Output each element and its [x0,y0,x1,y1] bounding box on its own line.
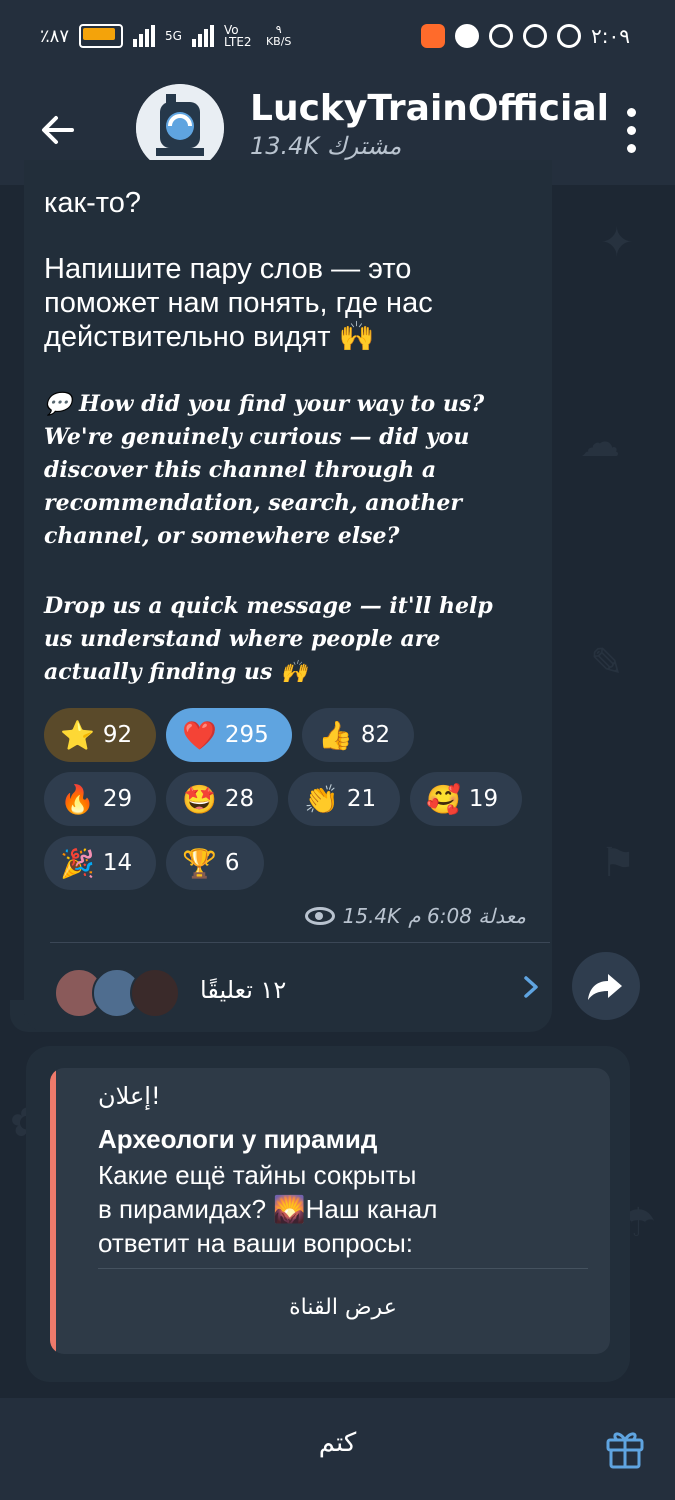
trophy-icon: 🏆 [182,846,217,880]
smiling-hearts-icon: 🥰 [426,782,461,816]
reaction-thumbs-up[interactable]: 👍 82 [302,708,414,762]
sync-icon-2 [523,24,548,48]
back-arrow-icon[interactable] [38,110,78,150]
battery-icon [79,24,124,48]
app-notification-icon [421,24,446,48]
post-text-drop: Drop us a quick message — it'll help us … [44,593,493,685]
share-arrow-icon [588,974,622,1000]
bottom-bar: كتم [0,1398,675,1500]
thumbs-up-icon: 👍 [318,718,353,752]
reaction-party[interactable]: 🎉 14 [44,836,156,890]
volte-label: Vo LTE2 [223,23,252,49]
speed-unit: KB/S [265,35,292,48]
reaction-count: 14 [102,850,133,876]
chevron-right-icon [524,976,538,998]
edited-time: معدلة 6:08 م [408,904,526,928]
ad-accent-bar [50,1068,56,1354]
sync-icon-3 [557,24,582,48]
post-text-top: как-то? [44,187,142,219]
heart-icon: ❤️ [182,718,217,752]
reaction-count: 28 [224,786,255,812]
reaction-count: 295 [224,722,269,748]
party-popper-icon: 🎉 [60,846,95,880]
subscriber-count: 13.4K مشترك [250,132,402,160]
commenter-avatar [130,968,180,1018]
reaction-trophy[interactable]: 🏆 6 [166,836,264,890]
reaction-fire[interactable]: 🔥 29 [44,772,156,826]
channel-title[interactable]: LuckyTrainOfficial [250,88,609,129]
eye-icon [304,907,335,925]
reaction-count: 19 [468,786,499,812]
train-logo-icon [136,84,224,172]
gift-icon[interactable] [605,1426,645,1470]
view-channel-button[interactable]: عرض القناة [98,1278,588,1338]
sponsored-message: إعلان! Археологи у пирамид Какие ещё тай… [26,1046,630,1382]
channel-post: как-то? Напишите пару слов — это поможет… [24,160,552,1032]
comments-button[interactable]: ١٢ تعليقًا [50,950,550,1022]
reaction-count: 82 [360,722,391,748]
facebook-icon [455,24,480,48]
reaction-love[interactable]: 🥰 19 [410,772,522,826]
ad-body: Какие ещё тайны сокрыты в пирамидах? 🌄На… [98,1160,438,1258]
reaction-count: 6 [224,850,240,876]
reaction-count: 92 [102,722,133,748]
network-type: 5G [165,29,182,43]
post-text-question: 💬 How did you find your way to us? We're… [44,391,485,549]
divider [50,942,550,943]
star-struck-icon: 🤩 [182,782,217,816]
reaction-count: 29 [102,786,133,812]
channel-avatar[interactable] [136,84,224,172]
ad-label: إعلان! [98,1082,161,1110]
reaction-heart[interactable]: ❤️ 295 [166,708,292,762]
post-text-ru: Напишите пару слов — это поможет нам пон… [44,253,433,353]
star-icon: ⭐ [60,718,95,752]
post-meta: 15.4K معدلة 6:08 م [304,904,526,928]
reaction-star[interactable]: ⭐ 92 [44,708,156,762]
ad-card[interactable]: إعلان! Археологи у пирамид Какие ещё тай… [50,1068,610,1354]
divider [98,1268,588,1269]
status-bar: ٪٨٧ 5G Vo LTE2 ٩ KB/S ٢:٠٩ [0,0,675,80]
reaction-count: 21 [346,786,377,812]
view-count: 15.4K [342,904,401,928]
signal-icon [133,25,156,47]
reaction-clap[interactable]: 👏 21 [288,772,400,826]
comments-count: ١٢ تعليقًا [200,976,287,1004]
more-menu-icon[interactable] [627,108,637,154]
battery-percent: ٪٨٧ [40,25,70,47]
sync-icon [489,24,514,48]
ad-title: Археологи у пирамид [98,1124,378,1154]
clap-icon: 👏 [304,782,339,816]
signal-2-icon [191,25,214,47]
reaction-star-struck[interactable]: 🤩 28 [166,772,278,826]
clock: ٢:٠٩ [591,24,630,48]
share-button[interactable] [572,952,640,1020]
mute-button[interactable]: كتم [0,1428,675,1458]
fire-icon: 🔥 [60,782,95,816]
